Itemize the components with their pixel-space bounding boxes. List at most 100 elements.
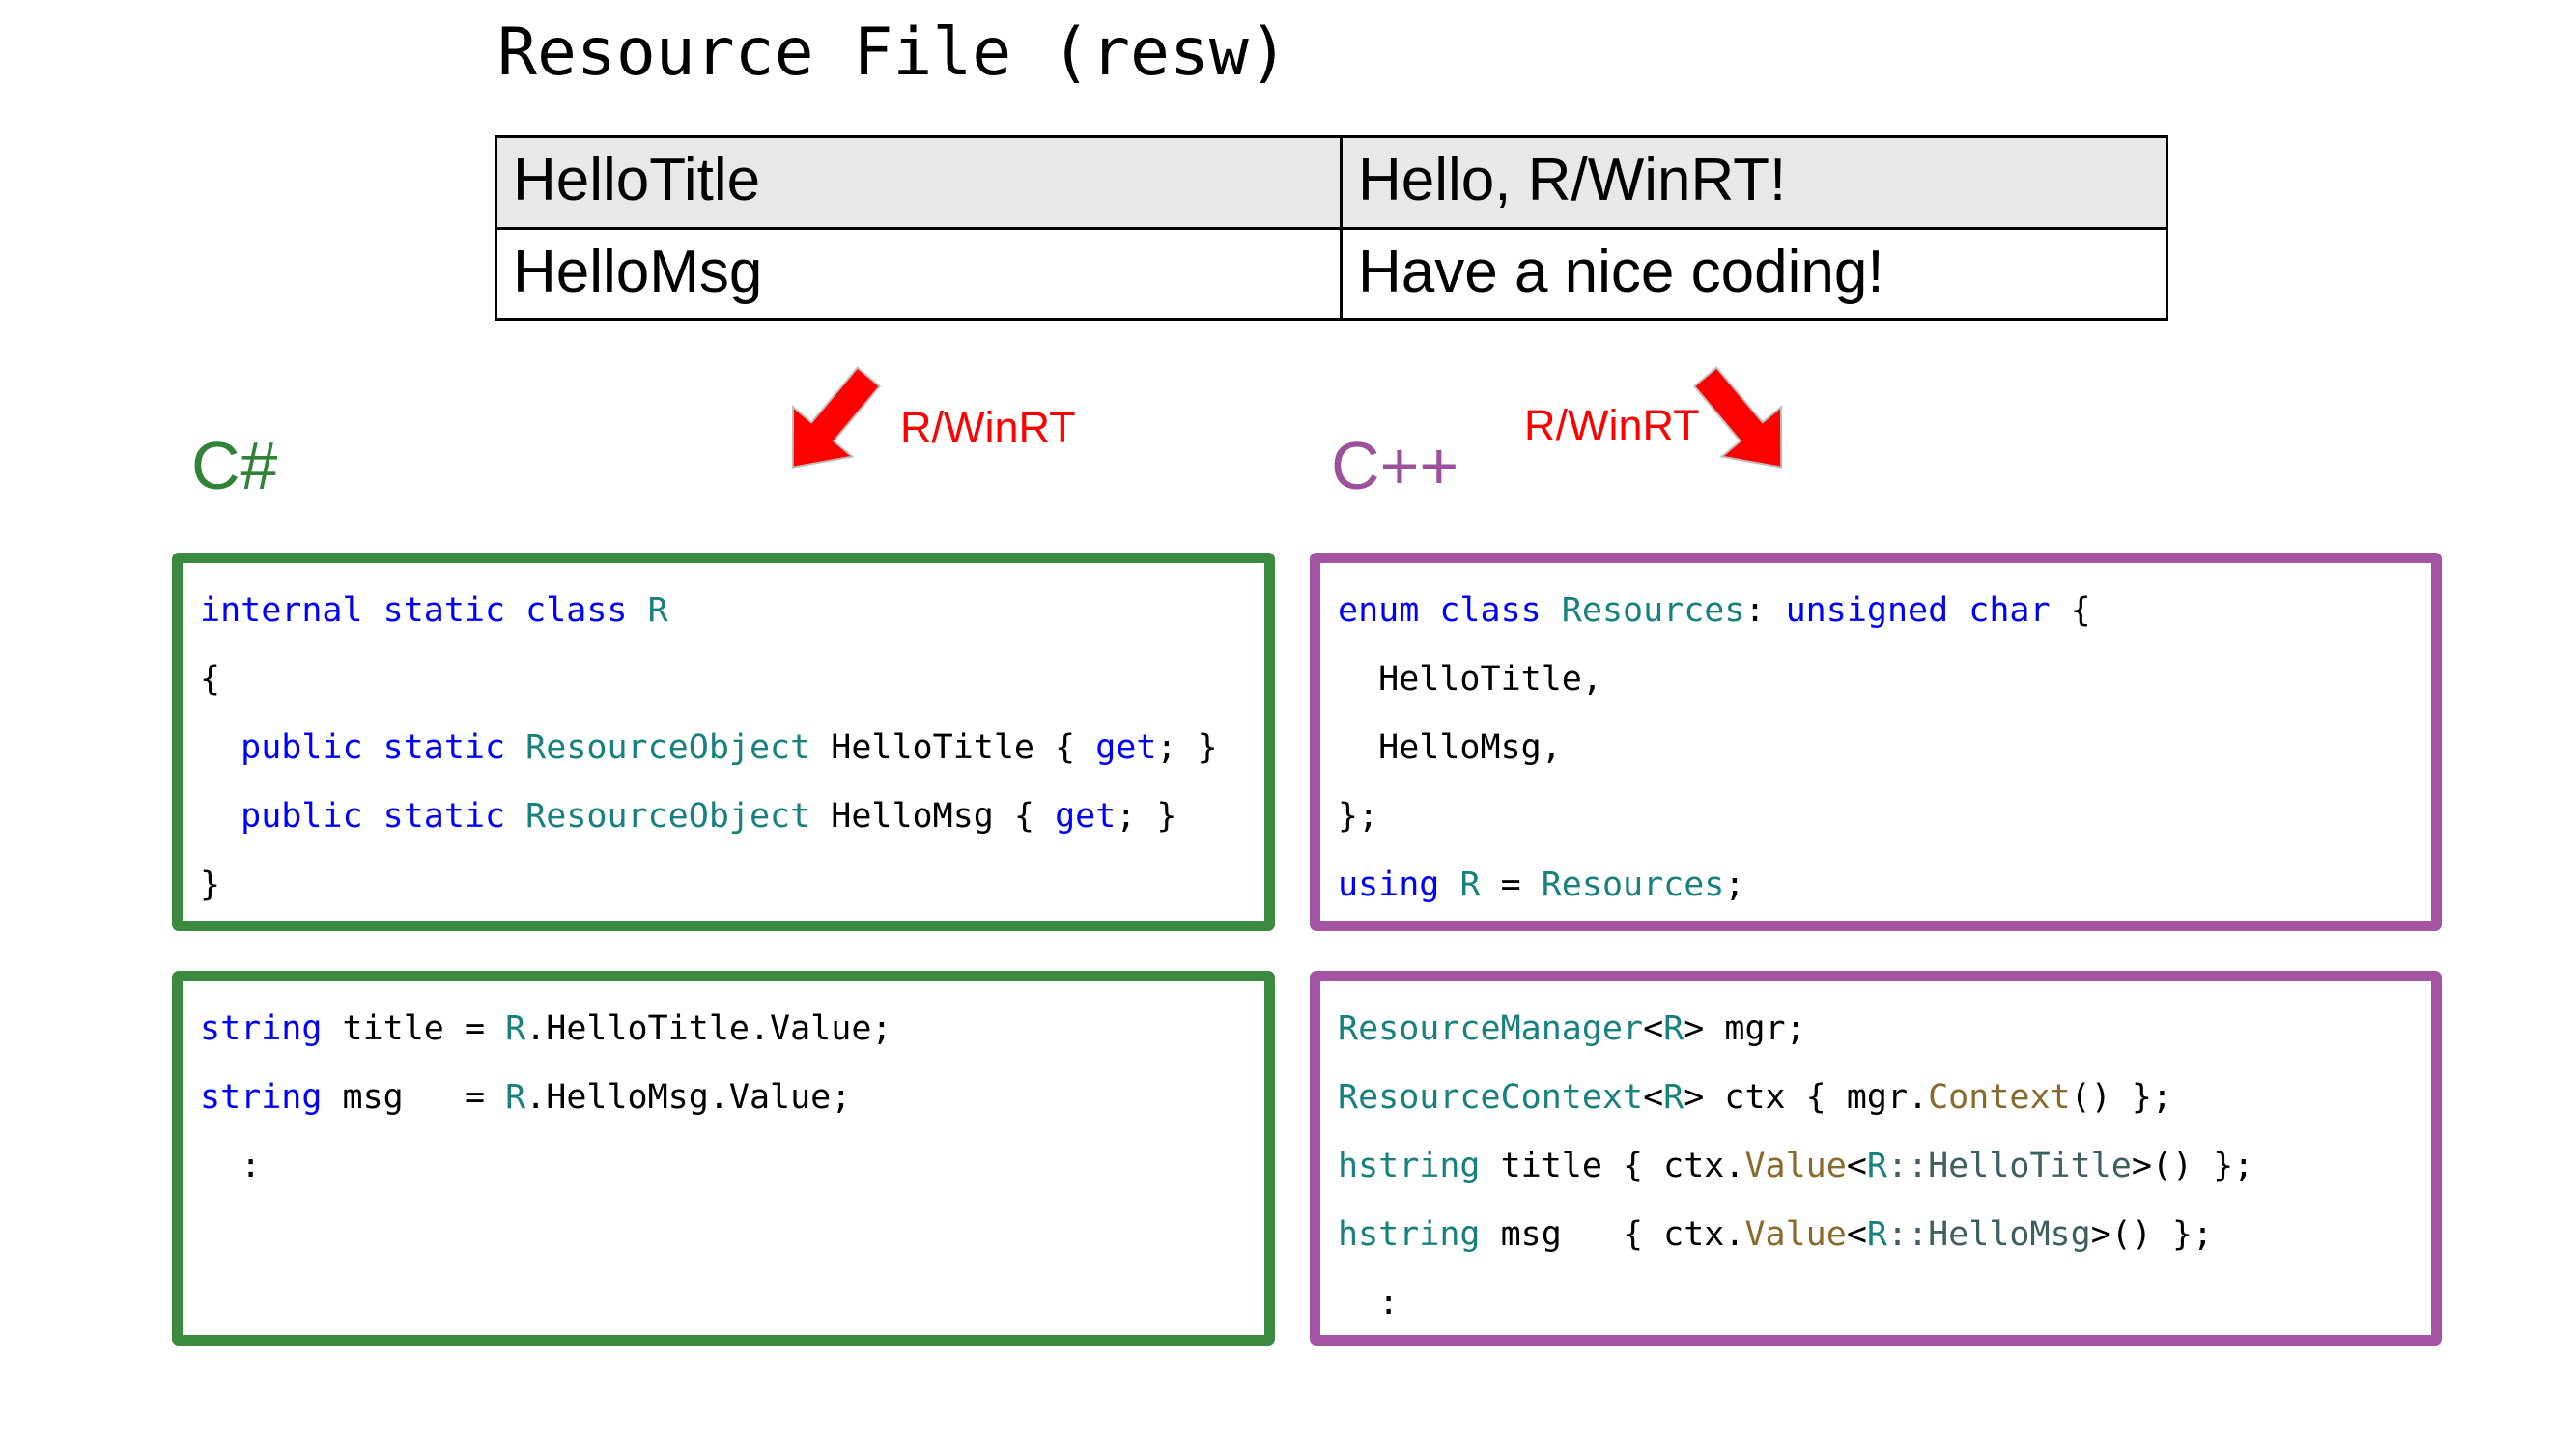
code-content: ResourceManager<R> mgr; ResourceContext<R…	[1320, 981, 2431, 1335]
table-row: HelloMsg Have a nice coding!	[495, 226, 2168, 322]
arrow-down-right-icon	[1685, 359, 1801, 485]
code-token: Context	[1928, 1078, 2071, 1117]
code-token: using	[1338, 866, 1440, 904]
code-token: ResourceObject	[525, 728, 811, 767]
code-token: {	[2050, 591, 2091, 630]
code-token: public static	[241, 728, 526, 767]
resource-value: Have a nice coding!	[1340, 226, 2168, 322]
code-token: msg =	[322, 1078, 506, 1117]
code-token: :	[1338, 1284, 1400, 1322]
code-token: Value	[1744, 1147, 1847, 1185]
code-content: string title = R.HelloTitle.Value; string…	[183, 981, 1264, 1201]
code-token: R	[647, 591, 668, 630]
code-token: > mgr;	[1684, 1009, 1806, 1048]
code-token: ; }	[1156, 728, 1218, 767]
code-token: enum class	[1338, 591, 1562, 630]
page-title: Resource File (resw)	[497, 14, 1288, 91]
code-token: Resources	[1561, 591, 1745, 630]
code-box-cpp-usage: ResourceManager<R> mgr; ResourceContext<R…	[1310, 971, 2442, 1346]
code-token: R	[1663, 1009, 1684, 1048]
code-token: unsigned char	[1785, 591, 2051, 630]
code-token: R	[1866, 1147, 1887, 1185]
code-token: ; }	[1116, 797, 1177, 836]
code-token: R	[505, 1078, 526, 1117]
code-token: HelloTitle {	[810, 728, 1096, 767]
code-line: :	[1338, 1269, 2431, 1335]
code-token: () };	[2070, 1078, 2172, 1117]
code-token: R	[1459, 866, 1481, 904]
arrow-label-left: R/WinRT	[900, 403, 1076, 452]
code-line: ResourceContext<R> ctx { mgr.Context() }…	[1338, 1064, 2431, 1132]
code-line: hstring msg { ctx.Value<R::HelloMsg>() }…	[1338, 1201, 2431, 1269]
resource-key: HelloTitle	[495, 135, 1343, 230]
code-token: <	[1643, 1009, 1664, 1048]
code-token: string	[200, 1078, 323, 1117]
resource-file-table: HelloTitle Hello, R/WinRT! HelloMsg Have…	[495, 135, 2168, 322]
code-token: }	[200, 866, 221, 904]
code-token: <	[1643, 1078, 1664, 1117]
code-token: R	[505, 1009, 526, 1048]
code-line: HelloMsg,	[1338, 714, 2431, 782]
code-token: HelloTitle,	[1338, 660, 1602, 698]
code-token: ::HelloTitle	[1886, 1147, 2132, 1185]
code-token: string	[200, 1009, 323, 1048]
code-token: <	[1846, 1147, 1867, 1185]
code-line: ResourceManager<R> mgr;	[1338, 995, 2431, 1064]
code-token: ResourceManager	[1338, 1009, 1644, 1048]
code-token: ResourceContext	[1338, 1078, 1644, 1117]
code-line: HelloTitle,	[1338, 645, 2431, 714]
code-token: :	[200, 1147, 262, 1185]
code-line: string msg = R.HelloMsg.Value;	[200, 1064, 1264, 1132]
code-line: public static ResourceObject HelloTitle …	[200, 714, 1264, 782]
code-token: > ctx { mgr.	[1684, 1078, 1929, 1117]
code-token: HelloMsg,	[1338, 728, 1562, 767]
code-line: using R = Resources;	[1338, 851, 2431, 920]
code-token: public static	[241, 797, 526, 836]
code-token: hstring	[1338, 1215, 1481, 1254]
arrow-label-right: R/WinRT	[1524, 401, 1700, 450]
code-line: enum class Resources: unsigned char {	[1338, 577, 2431, 645]
code-token: :	[1744, 591, 1786, 630]
code-token: msg { ctx.	[1480, 1215, 1745, 1254]
code-token: .HelloTitle.Value;	[525, 1009, 892, 1048]
code-box-cpp-declaration: enum class Resources: unsigned char { He…	[1310, 553, 2442, 931]
resource-table-body: HelloTitle Hello, R/WinRT! HelloMsg Have…	[495, 135, 2168, 322]
code-line: {	[200, 645, 1264, 714]
resource-key: HelloMsg	[495, 226, 1343, 322]
code-token: get	[1095, 728, 1157, 767]
code-token: ;	[1724, 866, 1745, 904]
code-line: }	[200, 851, 1264, 920]
code-token: hstring	[1338, 1147, 1481, 1185]
arrow-down-left-icon	[773, 359, 889, 485]
code-token: R	[1663, 1078, 1684, 1117]
code-token: get	[1055, 797, 1117, 836]
code-token: Value	[1744, 1215, 1847, 1254]
code-line: string title = R.HelloTitle.Value;	[200, 995, 1264, 1064]
code-token: title { ctx.	[1480, 1147, 1745, 1185]
language-label-cpp: C++	[1331, 428, 1459, 503]
code-token: <	[1846, 1215, 1867, 1254]
table-row: HelloTitle Hello, R/WinRT!	[495, 135, 2168, 230]
code-line: hstring title { ctx.Value<R::HelloTitle>…	[1338, 1132, 2431, 1201]
code-line: };	[1338, 782, 2431, 851]
code-token: >() };	[2090, 1215, 2214, 1254]
code-line: internal static class R	[200, 577, 1264, 645]
code-token: ResourceObject	[525, 797, 811, 836]
code-token: R	[1866, 1215, 1887, 1254]
code-box-csharp-usage: string title = R.HelloTitle.Value; string…	[172, 971, 1275, 1346]
resource-value: Hello, R/WinRT!	[1340, 135, 2168, 230]
code-line: :	[200, 1132, 1264, 1201]
code-token: };	[1338, 797, 1379, 836]
code-token: =	[1480, 866, 1542, 904]
code-line: public static ResourceObject HelloMsg { …	[200, 782, 1264, 851]
code-token: title =	[322, 1009, 506, 1048]
code-content: enum class Resources: unsigned char { He…	[1320, 563, 2431, 920]
code-token: internal static class	[200, 591, 648, 630]
code-content: internal static class R { public static R…	[183, 563, 1264, 920]
language-label-csharp: C#	[191, 428, 278, 503]
code-token: Resources	[1541, 866, 1725, 904]
code-token: .HelloMsg.Value;	[525, 1078, 852, 1117]
